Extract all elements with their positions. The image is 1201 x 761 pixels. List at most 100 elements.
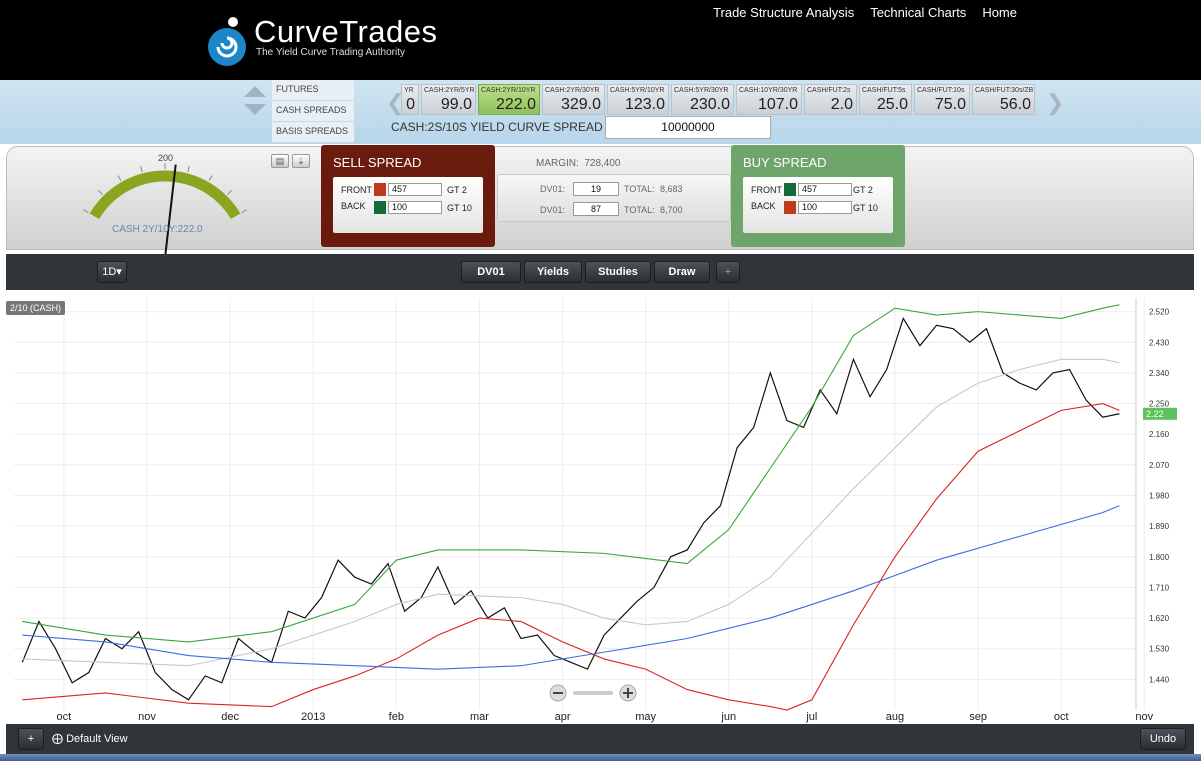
- buy-front-input[interactable]: 457: [798, 183, 852, 196]
- gauge-tick: [97, 189, 103, 195]
- gauge-tick: [227, 189, 233, 195]
- ticker-label: CASH/FUT:5s: [862, 87, 906, 94]
- buy-back-swatch: [784, 201, 796, 214]
- ticker-next-arrow-icon[interactable]: ❯: [1046, 90, 1064, 116]
- ticker-value: 123.0: [624, 96, 665, 113]
- nautilus-logo-icon: [208, 17, 246, 66]
- category-down-arrow-icon[interactable]: [244, 104, 266, 115]
- y-tick-label: 1.530: [1149, 645, 1170, 654]
- notional-input[interactable]: 10000000: [605, 116, 771, 139]
- ticker-tile[interactable]: CASH:2YR/10YR 222.0: [478, 84, 540, 115]
- y-tick-label: 2.250: [1149, 400, 1170, 409]
- y-tick-label: 1.440: [1149, 675, 1170, 684]
- ticker-tile[interactable]: CASH:5YR/30YR 230.0: [671, 84, 734, 115]
- gauge-tick: [82, 209, 89, 214]
- print-icon[interactable]: ▤: [271, 154, 289, 168]
- sell-front-label: FRONT: [341, 185, 372, 195]
- y-tick-label: 1.710: [1149, 583, 1170, 592]
- view-plus-icon: ⨁: [52, 733, 63, 745]
- default-view-label: Default View: [66, 733, 128, 745]
- x-tick-label: oct: [1054, 711, 1069, 723]
- dv01-front-input[interactable]: 19: [573, 182, 619, 196]
- nav-trade-structure-analysis[interactable]: Trade Structure Analysis: [713, 5, 854, 20]
- undo-button[interactable]: Undo: [1140, 728, 1186, 750]
- gauge-tick: [241, 209, 248, 214]
- category-cash-spreads[interactable]: CASH SPREADS: [272, 101, 354, 122]
- y-tick-label: 1.980: [1149, 491, 1170, 500]
- nav-home[interactable]: Home: [982, 5, 1017, 20]
- zoom-slider[interactable]: [573, 691, 613, 695]
- sell-front-contract: GT 2: [447, 185, 467, 195]
- ticker-value: 56.0: [999, 96, 1031, 113]
- x-tick-label: nov: [138, 711, 156, 723]
- download-icon[interactable]: ⇣: [292, 154, 310, 168]
- ticker-tile[interactable]: CASH:2YR/5YR 99.0: [421, 84, 476, 115]
- spread-chart[interactable]: oct nov dec 2013 feb mar apr may jun jul aug sep oct…: [6, 290, 1194, 724]
- x-tick-label: mar: [470, 711, 489, 723]
- x-tick-label: sep: [969, 711, 987, 723]
- buy-front-swatch: [784, 183, 796, 196]
- ticker-tile[interactable]: CASH/FUT:5s 25.0: [859, 84, 912, 115]
- ticker-tile[interactable]: CASH/FUT:10s 75.0: [914, 84, 970, 115]
- interval-select[interactable]: 1D▾: [97, 261, 127, 283]
- total-label-back: TOTAL:: [624, 205, 655, 215]
- ticker-label: CASH/FUT:2s: [807, 87, 851, 94]
- x-tick-label: jun: [720, 711, 736, 723]
- category-up-arrow-icon[interactable]: [244, 86, 266, 97]
- ticker-value: 75.0: [934, 96, 966, 113]
- dv01-button[interactable]: DV01: [461, 261, 521, 283]
- buy-back-input[interactable]: 100: [798, 201, 852, 214]
- sell-spread-box: SELL SPREAD FRONT 457 GT 2 BACK 100 GT 1…: [321, 145, 495, 247]
- ticker-tile[interactable]: CASH/FUT:30s/ZB 56.0: [972, 84, 1035, 115]
- ticker-value: 99.0: [440, 96, 472, 113]
- ticker-value: 0: [406, 96, 415, 113]
- brand-tagline: The Yield Curve Trading Authority: [256, 47, 405, 58]
- ticker-tile[interactable]: CASH:5YR/10YR 123.0: [607, 84, 669, 115]
- category-futures[interactable]: FUTURES: [272, 80, 354, 101]
- buy-spread-title: BUY SPREAD: [743, 155, 827, 170]
- dv01-label-back: DV01:: [540, 205, 566, 215]
- header: CurveTrades The Yield Curve Trading Auth…: [0, 0, 1201, 80]
- ticker-label: CASH/FUT:30s/ZB: [975, 87, 1034, 94]
- zoom-in-icon[interactable]: [619, 684, 637, 702]
- yields-button[interactable]: Yields: [524, 261, 582, 283]
- y-tick-label: 1.890: [1149, 522, 1170, 531]
- total-value-back: 8,700: [660, 205, 683, 215]
- gauge-tick: [117, 175, 122, 181]
- sell-back-input[interactable]: 100: [388, 201, 442, 214]
- category-basis-spreads[interactable]: BASIS SPREADS: [272, 122, 354, 143]
- ticker-tile[interactable]: CASH:10YR/30YR 107.0: [736, 84, 802, 115]
- y-tick-label: 2.430: [1149, 338, 1170, 347]
- dv01-back-input[interactable]: 87: [573, 202, 619, 216]
- chart-area[interactable]: oct nov dec 2013 feb mar apr may jun jul aug sep oct…: [6, 290, 1194, 724]
- series-line-price: [21, 317, 1120, 701]
- ticker-tile[interactable]: CASH/FUT:2s 2.0: [804, 84, 857, 115]
- sell-back-swatch: [374, 201, 386, 214]
- chart-toolbar: 1D▾ DV01 Yields Studies Draw +: [6, 254, 1194, 290]
- y-tick-label: 2.340: [1149, 369, 1170, 378]
- total-label-front: TOTAL:: [624, 184, 655, 194]
- y-tick-label: 1.800: [1149, 553, 1170, 562]
- ticker-label: CASH:2YR/10YR: [481, 87, 536, 94]
- ticker-tile[interactable]: YR 0: [401, 84, 419, 115]
- y-tick-label: 2.070: [1149, 461, 1170, 470]
- nav-technical-charts[interactable]: Technical Charts: [870, 5, 966, 20]
- draw-button[interactable]: Draw: [654, 261, 710, 283]
- gauge-label: CASH 2Y/10Y:222.0: [112, 224, 203, 235]
- ticker-value: 2.0: [830, 96, 853, 113]
- buy-back-contract: GT 10: [853, 203, 878, 213]
- category-list: FUTURES CASH SPREADS BASIS SPREADS: [272, 80, 354, 143]
- footer-strip: [0, 754, 1201, 761]
- add-panel-button[interactable]: +: [18, 728, 44, 750]
- studies-button[interactable]: Studies: [585, 261, 651, 283]
- ticker-tile[interactable]: CASH:2YR/30YR 329.0: [542, 84, 605, 115]
- default-view-link[interactable]: ⨁ Default View: [52, 732, 128, 745]
- ticker-label: CASH/FUT:10s: [917, 87, 965, 94]
- dv01-label-front: DV01:: [540, 184, 566, 194]
- top-nav: Trade Structure Analysis Technical Chart…: [713, 5, 1017, 20]
- gauge-arc: [89, 170, 241, 220]
- zoom-out-icon[interactable]: [549, 684, 567, 702]
- margin-value: 728,400: [584, 158, 621, 169]
- sell-front-input[interactable]: 457: [388, 183, 442, 196]
- add-tool-button[interactable]: +: [716, 261, 740, 283]
